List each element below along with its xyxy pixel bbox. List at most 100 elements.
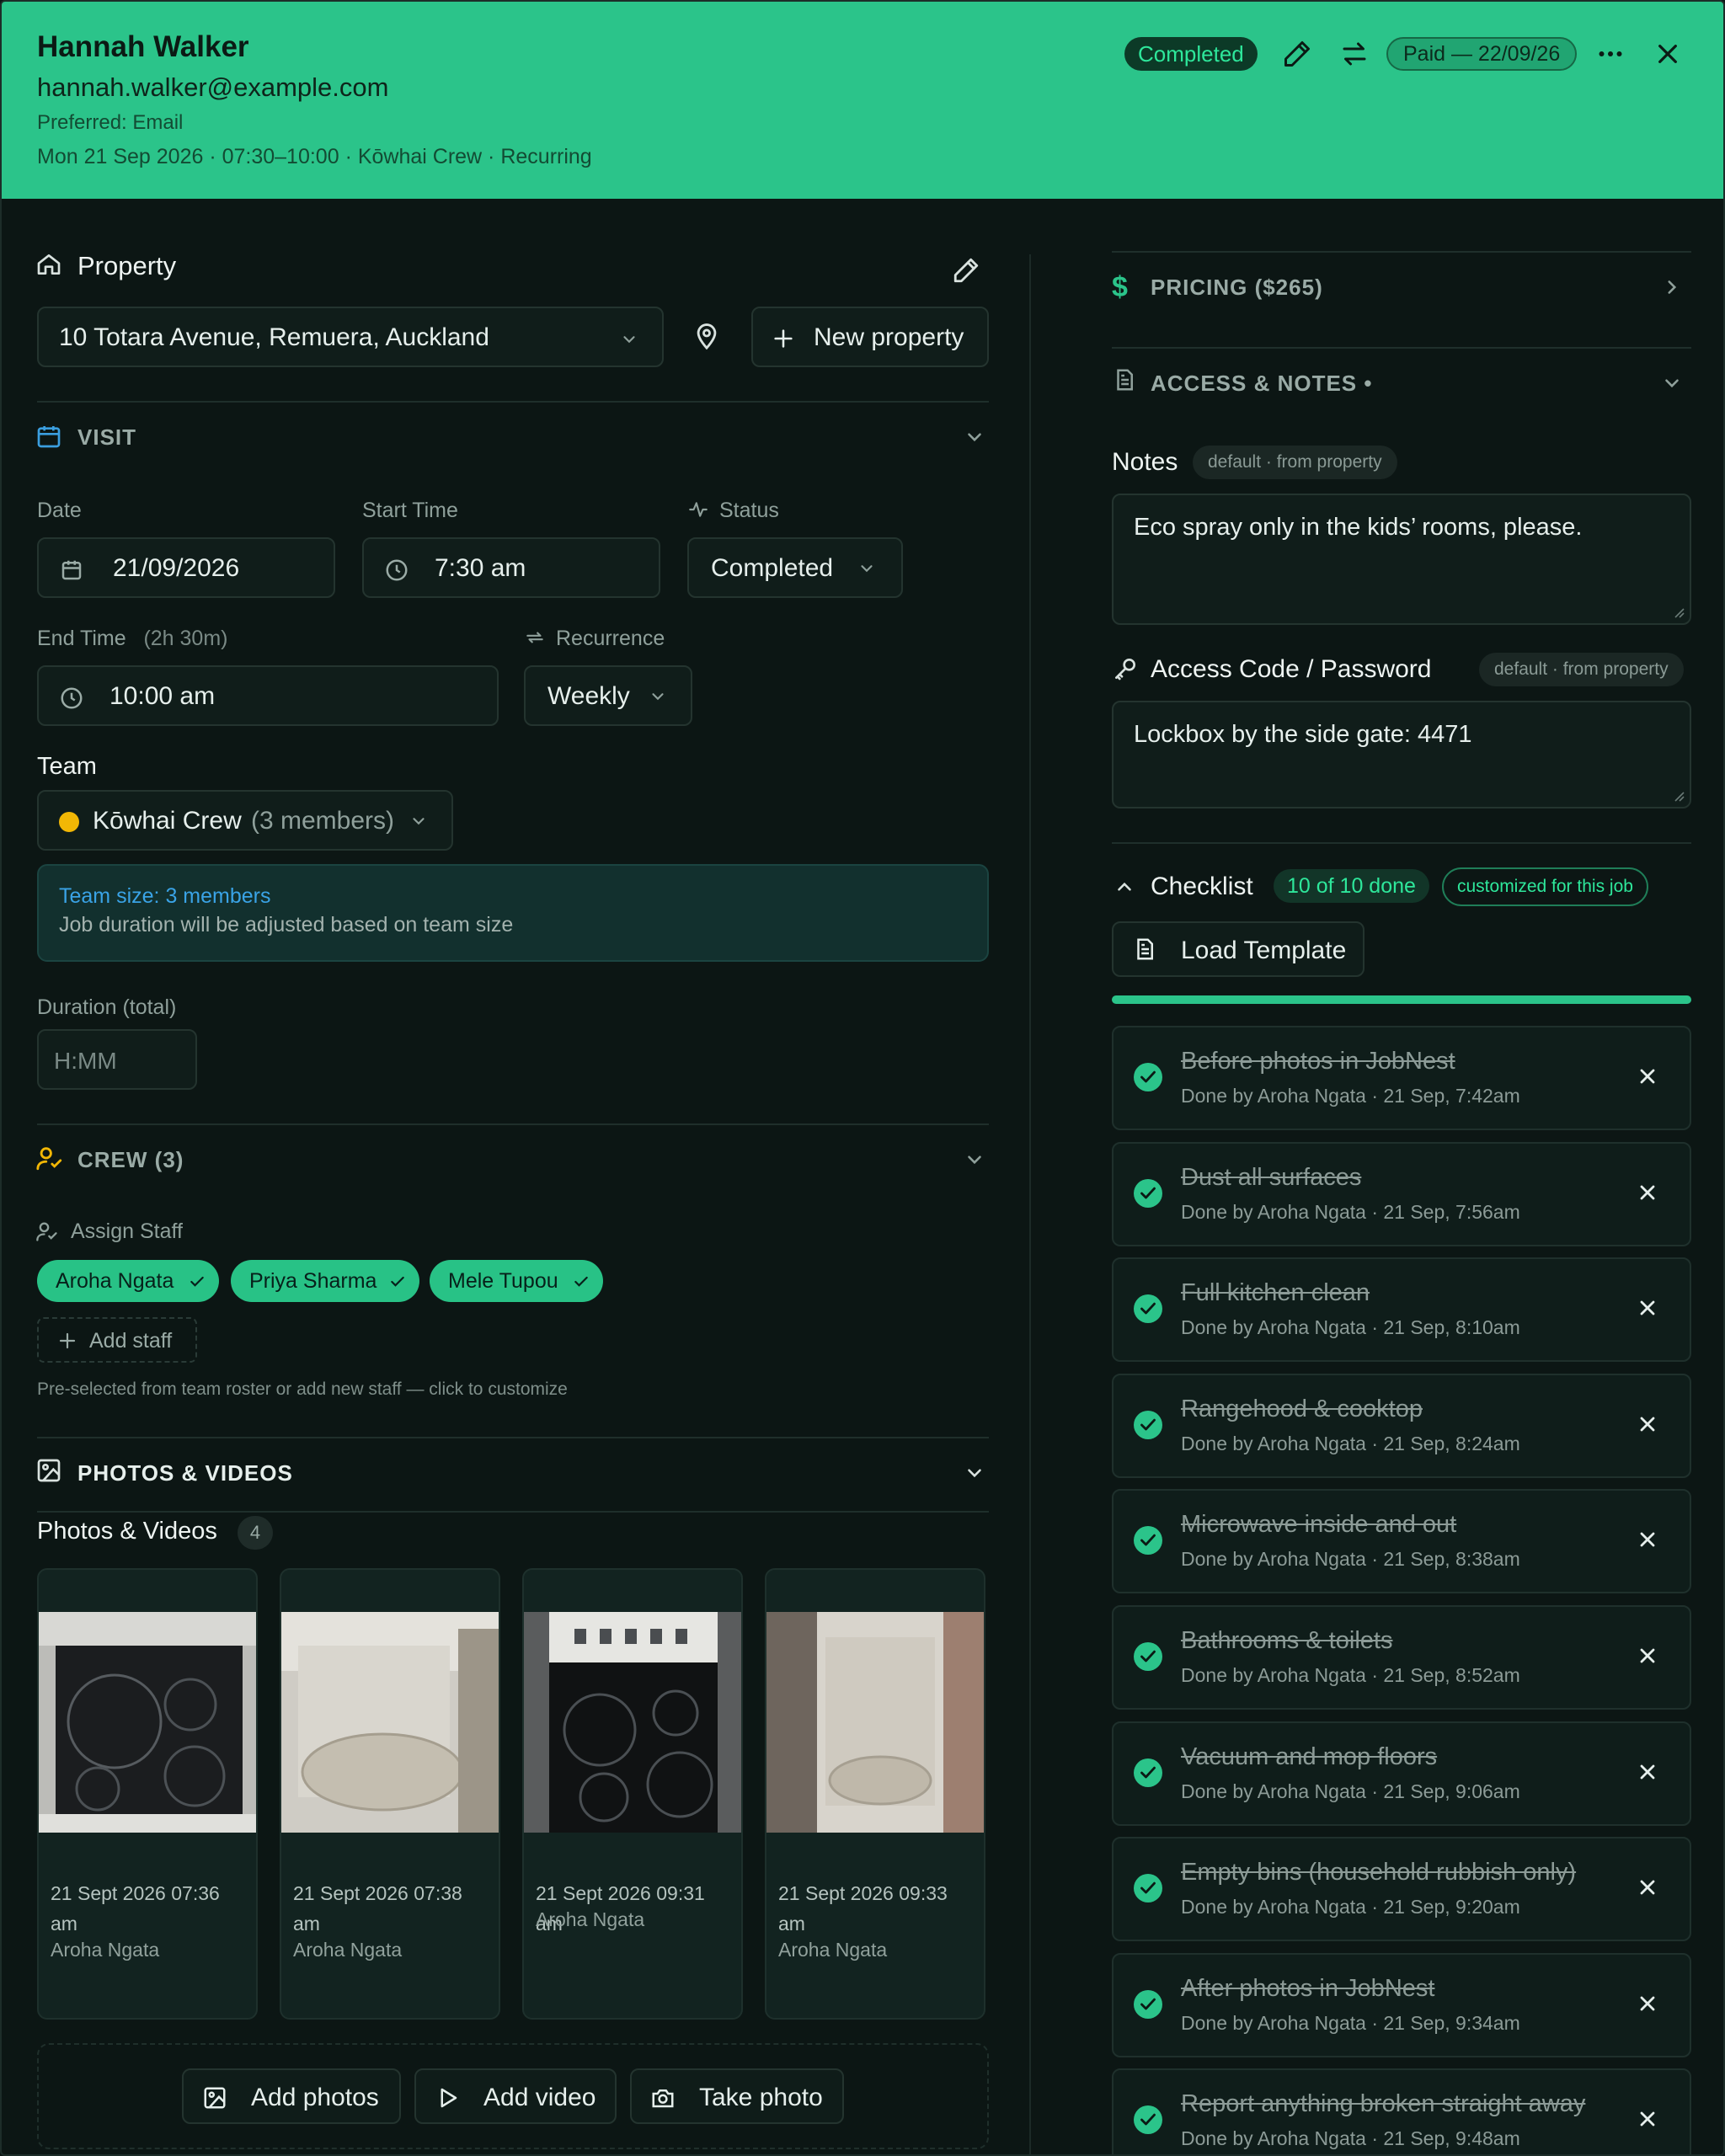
duration-input[interactable]: H:MM [37,1029,197,1090]
checklist-item[interactable]: After photos in JobNest Done by Aroha Nga… [1112,1953,1691,2057]
remove-item-icon[interactable] [1636,1412,1659,1436]
notes-default-tag: default · from property [1193,446,1397,479]
job-modal: Hannah Walker hannah.walker@example.com … [0,0,1725,2156]
check-circle-icon[interactable] [1134,1758,1162,1787]
chevron-up-icon[interactable] [1114,876,1135,898]
check-circle-icon[interactable] [1134,2105,1162,2134]
add-video-button[interactable]: Add video [414,2068,617,2124]
chevron-down-icon [861,565,873,573]
swap-icon[interactable] [1336,35,1373,72]
staff-chip[interactable]: Aroha Ngata [37,1260,219,1302]
date-input[interactable]: 21/09/2026 [37,537,335,598]
check-circle-icon[interactable] [1134,1294,1162,1323]
checklist-item[interactable]: Vacuum and mop floors Done by Aroha Ngata… [1112,1721,1691,1826]
remove-item-icon[interactable] [1636,1065,1659,1088]
checklist-item[interactable]: Before photos in JobNest Done by Aroha Ng… [1112,1026,1691,1130]
load-template-button[interactable]: Load Template [1112,921,1365,977]
access-notes-title: ACCESS & NOTES • [1151,371,1373,396]
photo-card[interactable]: 21 Sept 2026 09:31 am Aroha Ngata [522,1568,743,2020]
checklist-item-completed-by: Done by Aroha Ngata · 21 Sep, 9:20am [1181,1896,1520,1918]
edit-property-pencil-icon[interactable] [952,256,980,285]
checklist-item-completed-by: Done by Aroha Ngata · 21 Sep, 8:38am [1181,1548,1520,1570]
remove-item-icon[interactable] [1636,1644,1659,1668]
checklist-item[interactable]: Rangehood & cooktop Done by Aroha Ngata ·… [1112,1374,1691,1478]
team-color-dot [59,812,79,832]
team-members: (3 members) [251,807,395,835]
access-notes-header[interactable]: ACCESS & NOTES • [1112,359,1691,409]
edit-pencil-icon[interactable] [1279,35,1316,72]
pricing-row[interactable]: $ PRICING ($265) [1112,263,1691,347]
add-video-label: Add video [483,2084,596,2111]
resize-handle-icon[interactable] [1671,605,1685,618]
remove-item-icon[interactable] [1636,1528,1659,1551]
staff-chip-label: Priya Sharma [249,1269,377,1293]
client-email[interactable]: hannah.walker@example.com [37,72,388,103]
photos-count-badge: 4 [238,1516,273,1550]
remove-item-icon[interactable] [1636,1296,1659,1320]
check-circle-icon[interactable] [1134,1063,1162,1091]
status-select[interactable]: Completed [687,537,903,598]
remove-item-icon[interactable] [1636,1760,1659,1784]
check-circle-icon[interactable] [1134,1411,1162,1439]
remove-item-icon[interactable] [1636,1992,1659,2015]
notes-value: Eco spray only in the kids’ rooms, pleas… [1134,514,1583,541]
key-icon [1115,659,1135,680]
checklist-item-completed-by: Done by Aroha Ngata · 21 Sep, 8:24am [1181,1433,1520,1454]
start-time-input[interactable]: 7:30 am [362,537,660,598]
check-circle-icon[interactable] [1134,1526,1162,1555]
plus-icon [774,329,793,348]
check-circle-icon[interactable] [1134,1990,1162,2019]
end-time-input[interactable]: 10:00 am [37,665,499,726]
photo-card[interactable]: 21 Sept 2026 07:36 am Aroha Ngata [37,1568,258,2020]
paid-badge[interactable]: Paid — 22/09/26 [1386,37,1578,71]
checklist-item-title: Vacuum and mop floors [1181,1743,1438,1770]
add-staff-button[interactable]: Add staff [37,1317,197,1363]
photo-author: Aroha Ngata [293,1939,403,1961]
notes-textarea[interactable]: Eco spray only in the kids’ rooms, pleas… [1112,494,1691,625]
calendar-icon [35,423,62,450]
team-size-info: Team size: 3 members Job duration will b… [37,864,989,962]
checklist-item[interactable]: Dust all surfaces Done by Aroha Ngata · 2… [1112,1142,1691,1246]
play-icon [441,2088,457,2108]
clock-icon [61,687,83,709]
resize-handle-icon[interactable] [1671,788,1685,802]
team-select[interactable]: Kōwhai Crew (3 members) [37,790,453,851]
map-pin-icon[interactable] [692,322,721,350]
new-property-label: New property [814,323,964,351]
recurrence-select[interactable]: Weekly [524,665,692,726]
checklist-item[interactable]: Microwave inside and out Done by Aroha Ng… [1112,1489,1691,1593]
add-photos-button[interactable]: Add photos [182,2068,401,2124]
document-icon [1117,369,1133,391]
checklist-item[interactable]: Full kitchen clean Done by Aroha Ngata · … [1112,1257,1691,1362]
more-options-icon[interactable] [1592,35,1629,72]
photos-collapse-chevron-icon[interactable] [964,1462,985,1484]
staff-chip[interactable]: Priya Sharma [231,1260,419,1302]
property-select[interactable]: 10 Totara Avenue, Remuera, Auckland [37,307,664,367]
status-label: Status [719,499,779,522]
photo-date: 21 Sept 2026 09:33 am [778,1882,948,1935]
checklist-item[interactable]: Bathrooms & toilets Done by Aroha Ngata ·… [1112,1605,1691,1710]
close-icon[interactable] [1649,35,1686,72]
check-circle-icon[interactable] [1134,1874,1162,1903]
remove-item-icon[interactable] [1636,1876,1659,1899]
photo-card[interactable]: 21 Sept 2026 07:38 am Aroha Ngata [280,1568,500,2020]
remove-item-icon[interactable] [1636,1181,1659,1204]
new-property-button[interactable]: New property [751,307,989,367]
remove-item-icon[interactable] [1636,2107,1659,2131]
divider [1112,842,1691,844]
access-code-textarea[interactable]: Lockbox by the side gate: 4471 [1112,701,1691,808]
team-size-text: Team size: 3 members [59,884,271,908]
team-name: Kōwhai Crew [93,807,242,835]
checklist-item[interactable]: Empty bins (household rubbish only) Done … [1112,1837,1691,1941]
check-circle-icon[interactable] [1134,1179,1162,1208]
duration-placeholder: H:MM [54,1048,117,1074]
visit-collapse-chevron-icon[interactable] [964,426,985,448]
crew-collapse-chevron-icon[interactable] [964,1149,985,1171]
check-circle-icon[interactable] [1134,1642,1162,1671]
staff-chip[interactable]: Mele Tupou [430,1260,603,1302]
checklist-item-title: Microwave inside and out [1181,1511,1457,1538]
checklist-item[interactable]: Report anything broken straight away Done… [1112,2068,1691,2154]
take-photo-button[interactable]: Take photo [630,2068,844,2124]
photo-card[interactable]: 21 Sept 2026 09:33 am Aroha Ngata [765,1568,985,2020]
home-icon [35,251,62,278]
